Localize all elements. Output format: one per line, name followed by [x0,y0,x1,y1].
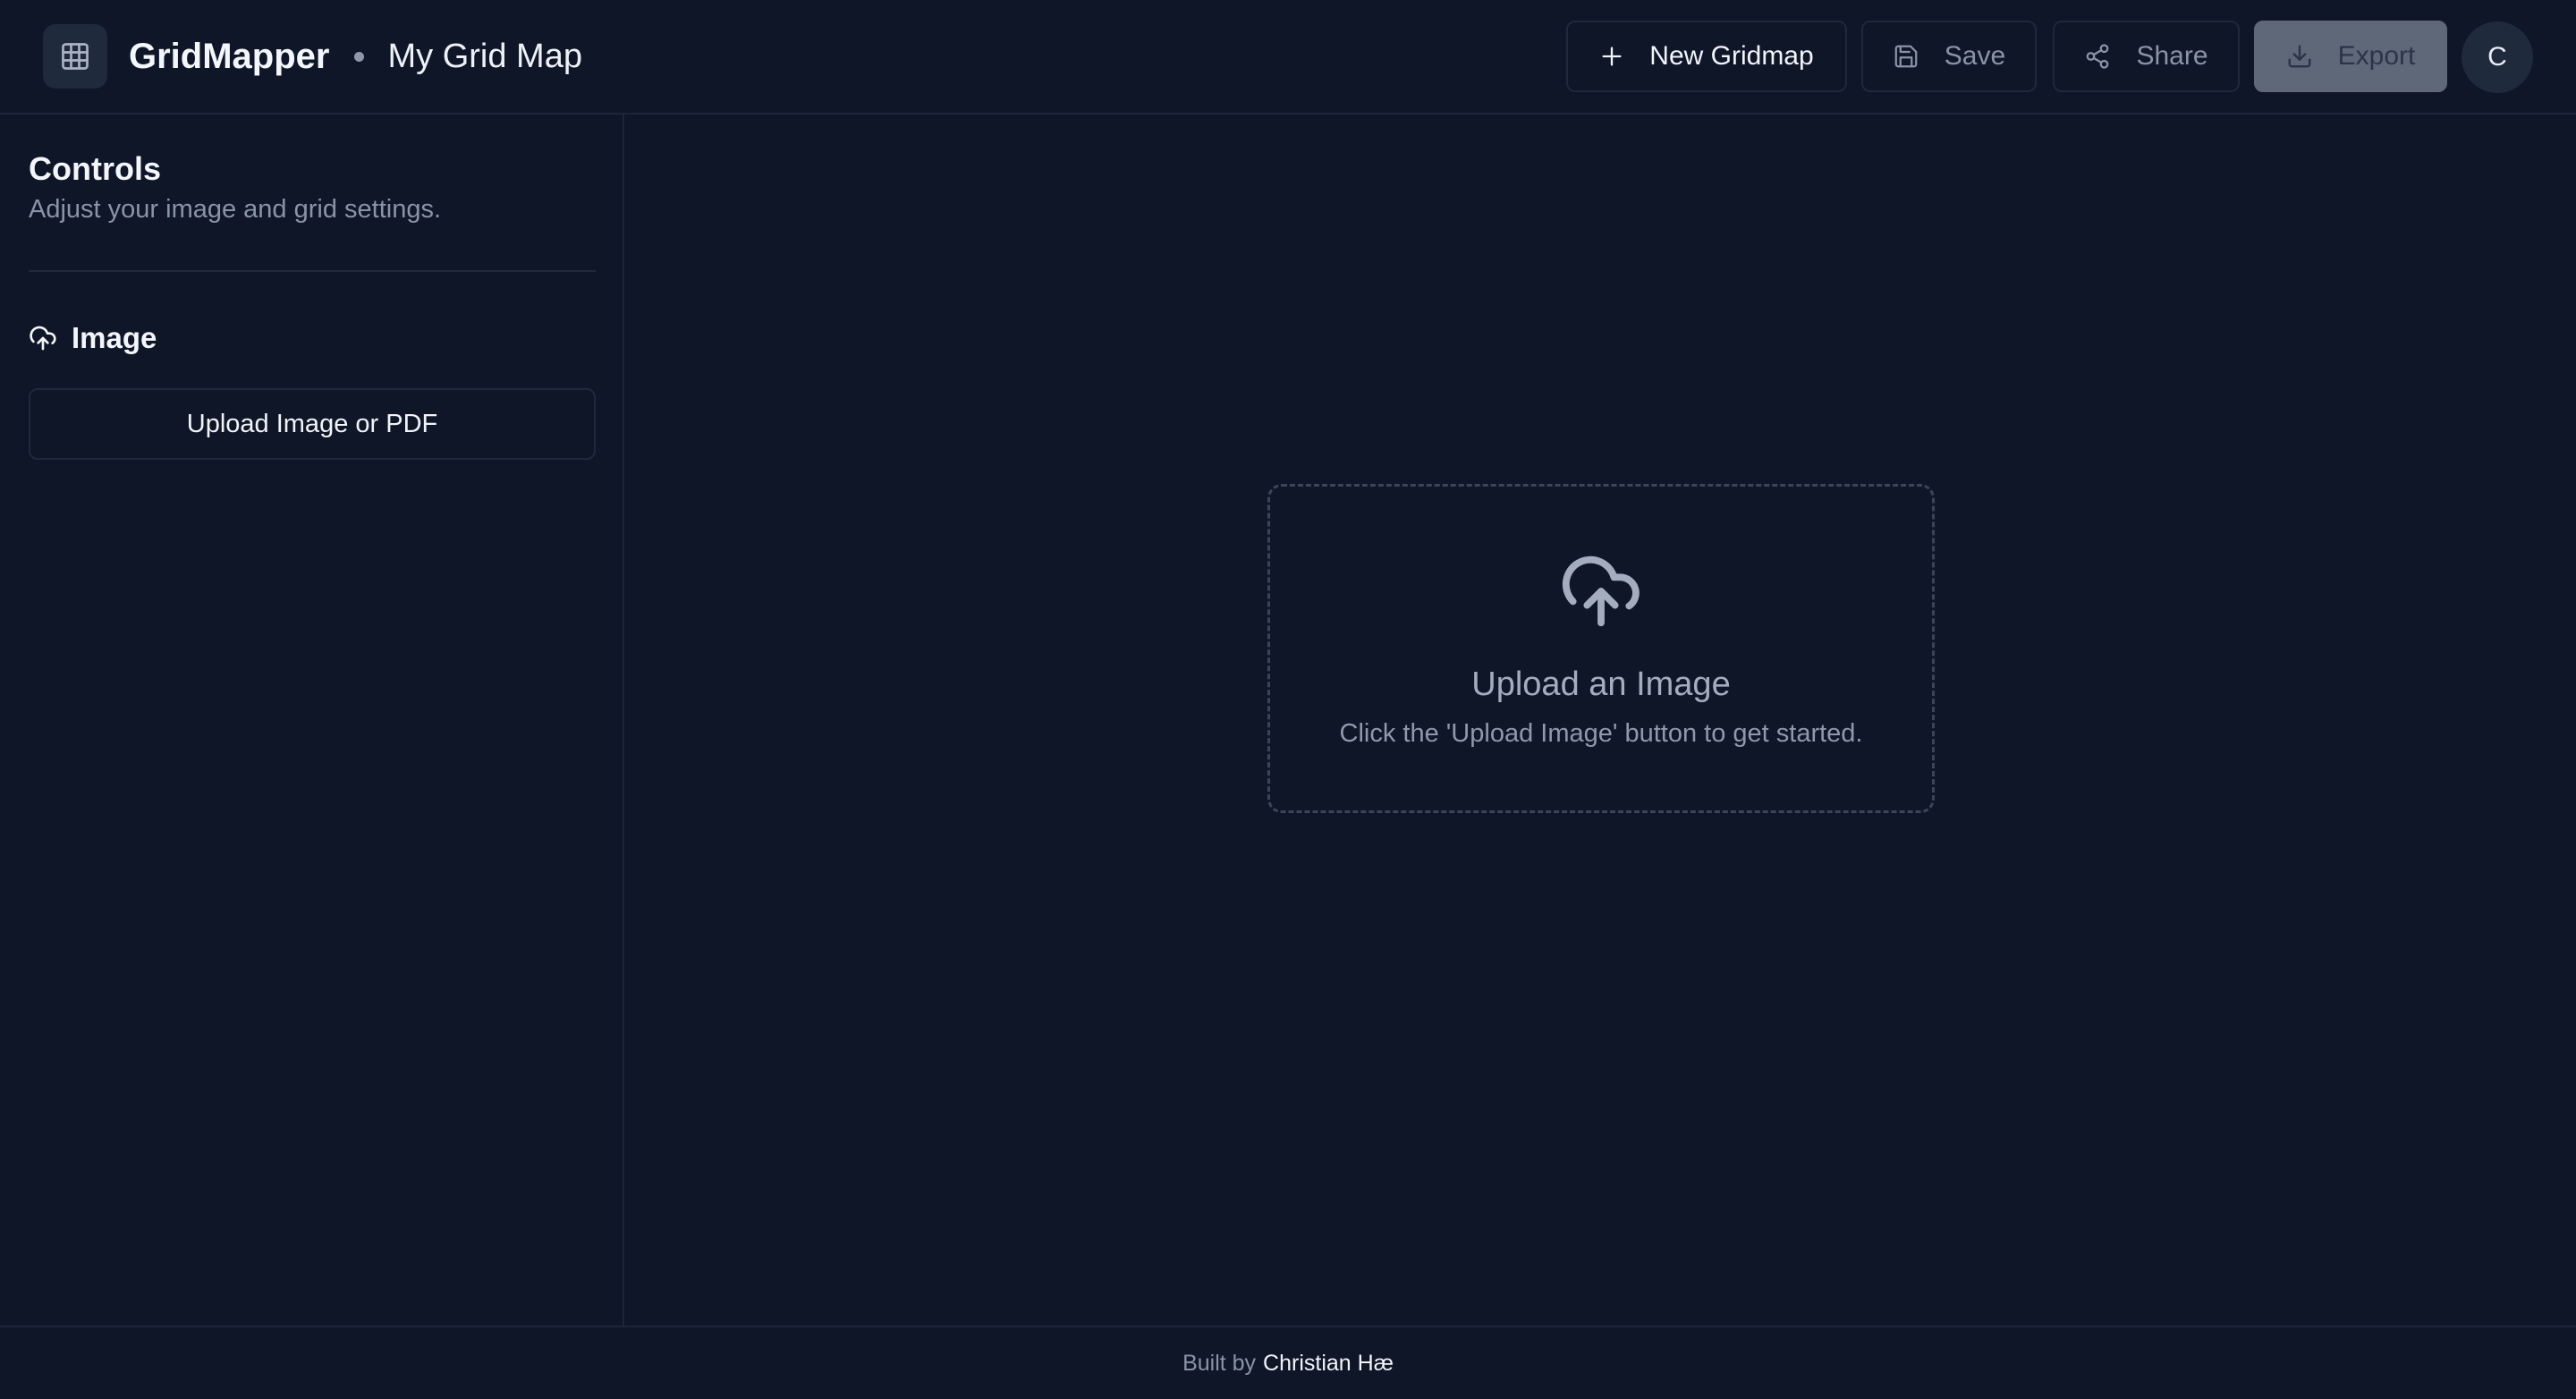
title-separator-dot [354,51,365,62]
share-button[interactable]: Share [2053,21,2240,92]
footer-author-link[interactable]: Christian Hæ [1263,1351,1394,1377]
dropzone-title: Upload an Image [1471,666,1731,703]
upload-image-button[interactable]: Upload Image or PDF [29,388,596,460]
footer: Built by Christian Hæ [0,1326,2576,1399]
cloud-upload-icon [30,326,56,351]
controls-subtitle: Adjust your image and grid settings. [29,195,442,224]
image-section-header: Image [29,318,157,358]
controls-title: Controls [29,150,161,187]
export-label: Export [2337,41,2416,71]
app-name: GridMapper [129,36,330,76]
export-button[interactable]: Export [2254,21,2447,92]
avatar-initial: C [2487,42,2507,72]
plus-icon [1602,47,1622,66]
new-gridmap-button[interactable]: New Gridmap [1566,21,1847,92]
grid-logo-icon[interactable] [43,24,107,89]
new-gridmap-label: New Gridmap [1649,41,1814,71]
cloud-upload-icon [1562,555,1640,627]
upload-dropzone[interactable]: Upload an Image Click the 'Upload Image'… [1267,484,1935,813]
upload-image-label: Upload Image or PDF [186,409,438,438]
dropzone-subtitle: Click the 'Upload Image' button to get s… [1339,719,1863,748]
save-label: Save [1944,41,2006,71]
map-name[interactable]: My Grid Map [387,38,581,76]
download-icon [2288,45,2311,68]
save-icon [1894,45,1918,68]
sidebar-divider [29,270,596,272]
save-button[interactable]: Save [1861,21,2037,92]
controls-sidebar: Controls Adjust your image and grid sett… [0,114,624,1326]
canvas-area: Upload an Image Click the 'Upload Image'… [626,114,2576,1326]
share-label: Share [2136,41,2208,71]
top-bar: GridMapper My Grid Map New Gridmap Save [0,0,2576,114]
brand-title: GridMapper My Grid Map [129,32,582,81]
image-section-label: Image [72,321,157,354]
share-icon [2087,44,2109,69]
footer-prefix: Built by [1182,1350,1257,1376]
app-root: GridMapper My Grid Map New Gridmap Save [0,0,2576,1399]
user-avatar[interactable]: C [2462,21,2533,93]
